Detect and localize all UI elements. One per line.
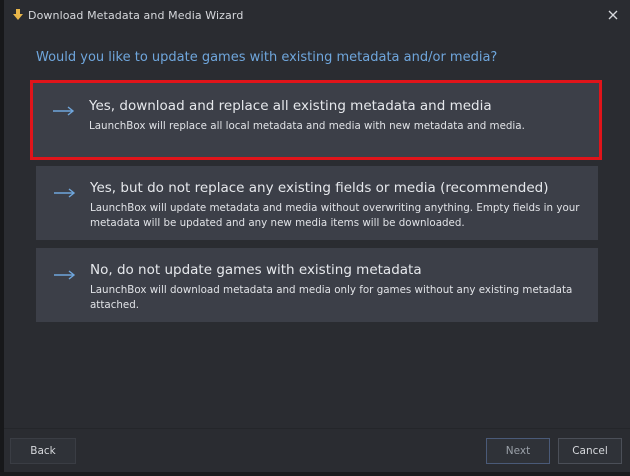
wizard-window: Download Metadata and Media Wizard Would… [0, 0, 630, 476]
option-title: No, do not update games with existing me… [90, 262, 422, 278]
right-arrow-icon [53, 106, 75, 116]
option-description: LaunchBox will download metadata and med… [90, 284, 573, 311]
download-arrow-icon [13, 9, 23, 20]
option-title: Yes, but do not replace any existing fie… [90, 180, 549, 196]
back-button[interactable]: Back [10, 438, 76, 464]
close-icon[interactable] [606, 8, 620, 22]
title-bar: Download Metadata and Media Wizard [4, 0, 630, 32]
option-keep-existing[interactable]: Yes, but do not replace any existing fie… [36, 166, 598, 240]
cancel-button[interactable]: Cancel [558, 438, 622, 464]
next-button[interactable]: Next [486, 438, 550, 464]
option-replace-all[interactable]: Yes, download and replace all existing m… [30, 80, 602, 160]
right-arrow-icon [54, 188, 76, 198]
option-description: LaunchBox will update metadata and media… [90, 202, 580, 229]
right-arrow-icon [54, 270, 76, 280]
footer-divider [4, 428, 630, 429]
wizard-question: Would you like to update games with exis… [36, 50, 498, 65]
option-title: Yes, download and replace all existing m… [89, 98, 492, 114]
window-title: Download Metadata and Media Wizard [28, 9, 244, 22]
option-description: LaunchBox will replace all local metadat… [89, 120, 525, 132]
window-left-edge [0, 0, 4, 476]
window-bottom-edge [0, 472, 630, 476]
option-no-update[interactable]: No, do not update games with existing me… [36, 248, 598, 322]
